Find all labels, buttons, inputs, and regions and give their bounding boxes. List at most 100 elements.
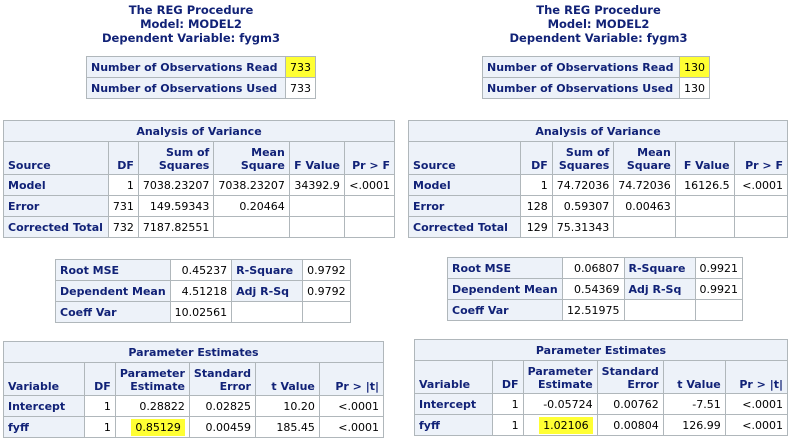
obs-used-value: 733 [285, 77, 316, 99]
fit-value: 0.9921 [694, 257, 743, 279]
cell-df: 731 [107, 195, 139, 217]
dependent-variable: Dependent Variable: fygm3 [509, 31, 688, 45]
anova-table: Analysis of Variance Source DF Sum of Sq… [3, 120, 396, 238]
cell-t: 185.45 [254, 416, 320, 438]
cell-p [733, 216, 789, 238]
cell-ms: 0.00463 [613, 195, 676, 217]
cell-f [288, 216, 345, 238]
cell-p: <.0001 [733, 174, 789, 196]
col-df: DF [492, 360, 524, 394]
cell-std-error: 0.02825 [188, 395, 256, 417]
col-sum-squares: Sum of Squares [551, 141, 615, 175]
col-variable: Variable [413, 360, 494, 394]
observations-table: Number of Observations Read 733 Number o… [86, 56, 316, 99]
row-source: Model [3, 174, 109, 196]
table-row: Error 731 149.59343 0.20464 [3, 195, 396, 217]
row-variable: Intercept [3, 395, 85, 417]
table-header-row: Variable DF Parameter Estimate Standard … [413, 360, 789, 394]
model-name: Model: MODEL2 [140, 17, 242, 31]
fit-value: 0.54369 [562, 278, 625, 300]
col-std-error: Standard Error [596, 360, 664, 394]
fit-label: Adj R-Sq [231, 280, 304, 302]
table-row: fyff 1 0.85129 0.00459 185.45 <.0001 [3, 416, 385, 438]
table-caption-row: Analysis of Variance [3, 120, 395, 142]
obs-read-label: Number of Observations Read [482, 56, 680, 78]
anova-table: Analysis of Variance Source DF Sum of Sq… [408, 120, 789, 238]
table-row: Dependent Mean 0.54369 Adj R-Sq 0.9921 [447, 278, 743, 300]
cell-p: <.0001 [724, 393, 789, 415]
row-variable: fyff [3, 416, 85, 438]
table-row: Coeff Var 10.02561 [55, 301, 351, 323]
table-row: Corrected Total 129 75.31343 [408, 216, 789, 238]
fit-statistics-table: Root MSE 0.45237 R-Square 0.9792 Depende… [55, 259, 351, 323]
cell-df: 1 [83, 395, 116, 417]
cell-p [343, 216, 396, 238]
col-pr-f: Pr > F [733, 141, 789, 175]
col-mean-square: Mean Square [613, 141, 676, 175]
cell-estimate: 1.02106 [522, 414, 598, 436]
table-caption-row: Parameter Estimates [3, 341, 384, 363]
table-row: Coeff Var 12.51975 [447, 299, 743, 321]
dependent-variable: Dependent Variable: fygm3 [102, 31, 280, 45]
table-row: Number of Observations Read 733 [86, 56, 316, 78]
col-std-error: Standard Error [188, 362, 256, 396]
col-sum-squares: Sum of Squares [137, 141, 215, 175]
obs-used-label: Number of Observations Used [482, 77, 680, 99]
fit-label: Coeff Var [447, 299, 563, 321]
cell-ss: 75.31343 [551, 216, 615, 238]
cell-estimate: 0.28822 [114, 395, 190, 417]
col-t-value: t Value [662, 360, 726, 394]
cell-f [674, 195, 735, 217]
table-row: Number of Observations Used 130 [482, 77, 710, 99]
col-f-value: F Value [288, 141, 345, 175]
table-row: Root MSE 0.45237 R-Square 0.9792 [55, 259, 351, 281]
col-mean-square: Mean Square [213, 141, 290, 175]
table-row: Error 128 0.59307 0.00463 [408, 195, 789, 217]
table-row: Model 1 7038.23207 7038.23207 34392.9 <.… [3, 174, 396, 196]
cell-std-error: 0.00459 [188, 416, 256, 438]
col-df: DF [107, 141, 139, 175]
fit-label [231, 301, 304, 323]
fit-label: Adj R-Sq [623, 278, 696, 300]
cell-p [733, 195, 789, 217]
cell-df: 1 [83, 416, 116, 438]
col-pr-f: Pr > F [343, 141, 396, 175]
cell-ms: 7038.23207 [213, 174, 290, 196]
cell-df: 129 [519, 216, 553, 238]
fit-value: 0.06807 [562, 257, 625, 279]
cell-p: <.0001 [318, 395, 385, 417]
obs-used-value: 130 [679, 77, 710, 99]
cell-ms [213, 216, 290, 238]
fit-value [694, 299, 743, 321]
table-row: Number of Observations Read 130 [482, 56, 710, 78]
table-row: Model 1 74.72036 74.72036 16126.5 <.0001 [408, 174, 789, 196]
cell-ms: 0.20464 [213, 195, 290, 217]
cell-p: <.0001 [318, 416, 385, 438]
cell-ss: 149.59343 [137, 195, 215, 217]
table-row: Root MSE 0.06807 R-Square 0.9921 [447, 257, 743, 279]
cell-estimate: -0.05724 [522, 393, 598, 415]
anova-caption: Analysis of Variance [3, 120, 395, 142]
row-source: Corrected Total [408, 216, 521, 238]
fit-label: Dependent Mean [447, 278, 563, 300]
cell-ms [613, 216, 676, 238]
cell-p [343, 195, 396, 217]
col-estimate: Parameter Estimate [114, 362, 190, 396]
anova-caption: Analysis of Variance [408, 120, 788, 142]
row-source: Model [408, 174, 521, 196]
row-source: Error [3, 195, 109, 217]
fit-label: R-Square [623, 257, 696, 279]
cell-f: 34392.9 [288, 174, 345, 196]
obs-read-value: 130 [679, 56, 710, 78]
cell-t: 10.20 [254, 395, 320, 417]
table-row: fyff 1 1.02106 0.00804 126.99 <.0001 [413, 414, 789, 436]
params-caption: Parameter Estimates [414, 339, 788, 361]
row-variable: Intercept [413, 393, 494, 415]
cell-t: 126.99 [662, 414, 726, 436]
col-pr-t: Pr > |t| [724, 360, 789, 394]
col-source: Source [3, 141, 109, 175]
col-source: Source [408, 141, 521, 175]
table-header-row: Variable DF Parameter Estimate Standard … [3, 362, 385, 396]
params-caption: Parameter Estimates [3, 341, 384, 363]
cell-ss: 7187.82551 [137, 216, 215, 238]
